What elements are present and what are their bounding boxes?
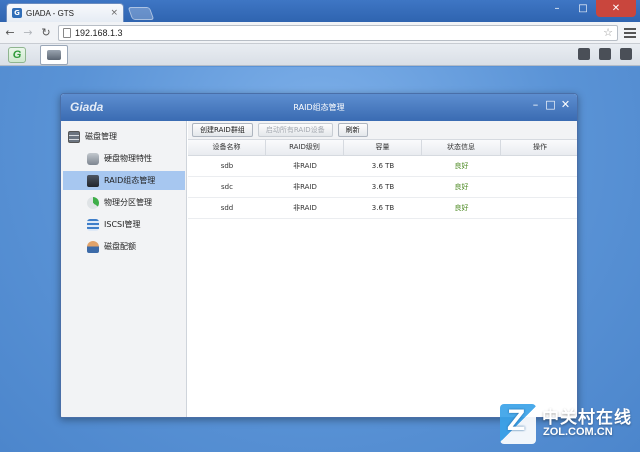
cell-capacity: 3.6 TB (371, 162, 395, 170)
start-all-raid-button[interactable]: 启动所有RAID设备 (257, 123, 333, 137)
sidebar-item-label: RAID组态管理 (104, 176, 156, 185)
url-text[interactable]: 192.168.1.3 (75, 28, 599, 38)
browser-tab[interactable]: G GIADA - GTS × (6, 3, 124, 22)
cell-device: sdb (220, 162, 234, 170)
column-header-raid-level[interactable]: RAID级别 (266, 140, 344, 156)
sidebar-item-label: ISCSI管理 (104, 220, 141, 229)
cell-actions (501, 177, 577, 198)
cell-actions (501, 198, 577, 219)
column-header-actions[interactable]: 操作 (501, 140, 577, 156)
minimize-icon[interactable]: – (544, 0, 570, 17)
browser-window-controls: – □ ✕ (544, 0, 636, 17)
browser-menu-icon[interactable] (624, 27, 636, 38)
cell-status: 良好 (454, 162, 469, 170)
action-toolbar: 创建RAID群组 启动所有RAID设备 刷新 (188, 121, 577, 140)
window-close-icon[interactable]: ✕ (560, 98, 571, 112)
window-minimize-icon[interactable]: – (530, 98, 541, 112)
new-tab-button[interactable] (127, 7, 155, 20)
browser-toolbar: ← → ↻ 192.168.1.3 ☆ (0, 22, 640, 44)
sidebar-item-label: 物理分区管理 (104, 198, 152, 207)
cell-device: sdd (220, 204, 234, 212)
zol-logo-letter: Z (507, 404, 526, 437)
column-header-capacity[interactable]: 容量 (344, 140, 422, 156)
raid-icon (87, 174, 99, 187)
sidebar-item-label: 硬盘物理特性 (104, 154, 152, 163)
system-tray (578, 48, 632, 60)
window-maximize-icon[interactable]: □ (545, 98, 556, 112)
window-title: RAID组态管理 (293, 103, 345, 112)
page-icon (63, 27, 71, 38)
zol-watermark: Z 中关村在线 ZOL.COM.CN (500, 400, 636, 446)
monitor-icon[interactable] (599, 48, 611, 60)
create-raid-group-button[interactable]: 创建RAID群组 (192, 123, 253, 137)
app-bar: G (0, 44, 640, 66)
window-controls: – □ ✕ (530, 98, 571, 112)
cell-raid-level: 非RAID (293, 183, 317, 191)
zol-domain: ZOL.COM.CN (543, 426, 613, 438)
column-header-device[interactable]: 设备名称 (188, 140, 266, 156)
forward-icon[interactable]: → (22, 26, 34, 40)
table-header: 设备名称 RAID级别 容量 状态信息 操作 (188, 140, 577, 156)
maximize-icon[interactable]: □ (570, 0, 596, 17)
table-row[interactable]: sdd 非RAID 3.6 TB 良好 (188, 198, 577, 219)
sidebar-item-label: 磁盘管理 (85, 132, 117, 141)
cell-device: sdc (221, 183, 233, 191)
tab-title: GIADA - GTS (26, 8, 75, 18)
cell-raid-level: 非RAID (293, 204, 317, 212)
bookmark-star-icon[interactable]: ☆ (603, 26, 613, 39)
close-window-icon[interactable]: ✕ (596, 0, 636, 17)
cell-actions (501, 156, 577, 177)
sidebar-item-disk-management[interactable]: 磁盘管理 (63, 127, 185, 146)
cell-status: 良好 (454, 204, 469, 212)
sidebar-item-quota[interactable]: 磁盘配额 (63, 237, 185, 256)
sidebar: 磁盘管理 硬盘物理特性 RAID组态管理 物理分区管理 ISCSI管理 磁盘配额 (61, 121, 187, 417)
address-bar[interactable]: 192.168.1.3 ☆ (58, 24, 618, 41)
table-row[interactable]: sdc 非RAID 3.6 TB 良好 (188, 177, 577, 198)
browser-tabstrip: G GIADA - GTS × – □ ✕ (0, 0, 640, 22)
zol-chinese-name: 中关村在线 (542, 408, 632, 428)
sidebar-item-iscsi[interactable]: ISCSI管理 (63, 215, 185, 234)
cell-raid-level: 非RAID (293, 162, 317, 170)
cell-status: 良好 (454, 183, 469, 191)
iscsi-icon (87, 218, 99, 231)
column-header-status[interactable]: 状态信息 (422, 140, 501, 156)
sidebar-item-label: 磁盘配额 (104, 242, 136, 251)
quota-user-icon (87, 240, 99, 253)
sidebar-item-partition[interactable]: 物理分区管理 (63, 193, 185, 212)
main-panel: 创建RAID群组 启动所有RAID设备 刷新 设备名称 RAID级别 容量 状态… (188, 121, 577, 417)
reload-icon[interactable]: ↻ (40, 26, 52, 40)
cell-capacity: 3.6 TB (371, 204, 395, 212)
settings-icon[interactable] (620, 48, 632, 60)
message-icon[interactable] (578, 48, 590, 60)
sidebar-item-raid-management[interactable]: RAID组态管理 (63, 171, 185, 190)
sidebar-item-disk-physical[interactable]: 硬盘物理特性 (63, 149, 185, 168)
tab-close-icon[interactable]: × (110, 8, 118, 18)
window-titlebar[interactable]: Giada RAID组态管理 – □ ✕ (61, 94, 577, 121)
tab-favicon-icon: G (12, 8, 22, 18)
back-icon[interactable]: ← (4, 26, 16, 40)
disk-manager-launcher[interactable] (40, 45, 68, 65)
cell-capacity: 3.6 TB (371, 183, 395, 191)
refresh-button[interactable]: 刷新 (337, 123, 368, 137)
hdd-icon (87, 152, 99, 165)
raid-manager-window: Giada RAID组态管理 – □ ✕ 磁盘管理 硬盘物理特性 RAID组态管… (60, 93, 578, 418)
table-row[interactable]: sdb 非RAID 3.6 TB 良好 (188, 156, 577, 177)
partition-icon (87, 196, 99, 209)
server-icon (68, 130, 80, 143)
giada-logo-button[interactable]: G (8, 47, 26, 63)
disk-icon (47, 50, 61, 60)
